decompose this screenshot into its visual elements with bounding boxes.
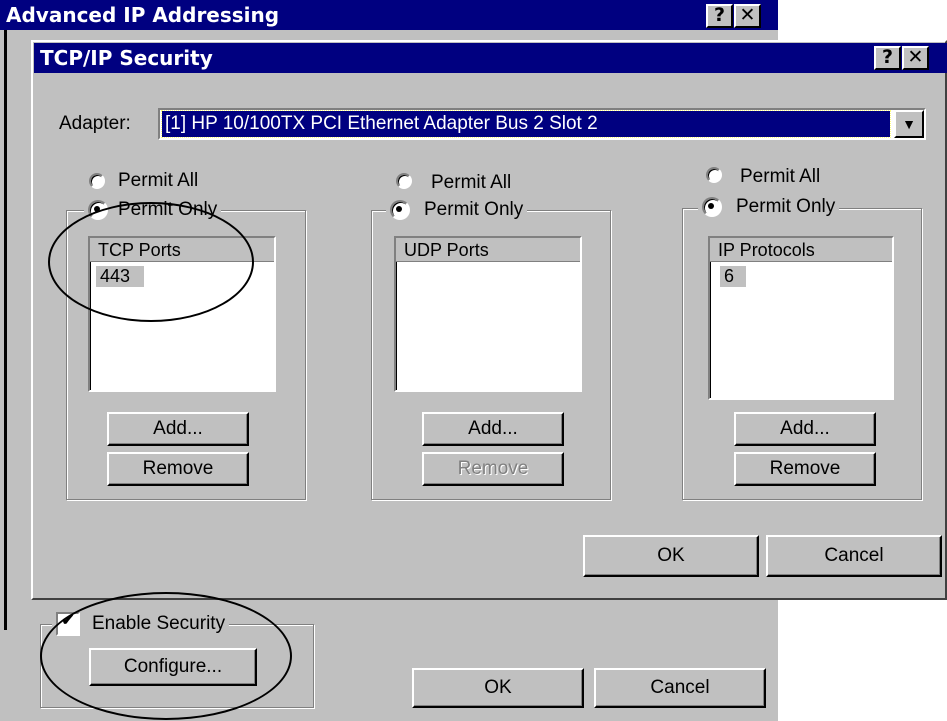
- udp-ports-header: UDP Ports: [396, 238, 580, 262]
- outer-help-button[interactable]: ?: [706, 4, 733, 28]
- udp-remove-label: Remove: [457, 458, 529, 479]
- tcp-remove-button[interactable]: Remove: [107, 452, 249, 486]
- close-icon: ✕: [739, 4, 756, 26]
- ip-protocols-list[interactable]: IP Protocols 6: [708, 236, 894, 400]
- check-icon: ✔: [61, 612, 75, 629]
- tcp-add-button[interactable]: Add...: [107, 412, 249, 446]
- ip-permit-all-label[interactable]: Permit All: [740, 166, 821, 188]
- adapter-selected-value: [1] HP 10/100TX PCI Ethernet Adapter Bus…: [161, 110, 891, 138]
- outer-cancel-label: Cancel: [650, 677, 710, 698]
- enable-security-checkbox[interactable]: ✔: [56, 612, 80, 636]
- enable-security-label: Enable Security: [92, 613, 226, 635]
- udp-permit-all-radio[interactable]: [396, 173, 412, 189]
- configure-button[interactable]: Configure...: [89, 648, 257, 686]
- chevron-down-icon: ▼: [902, 116, 916, 132]
- udp-permit-all-label[interactable]: Permit All: [431, 172, 512, 194]
- udp-add-label: Add...: [468, 418, 518, 439]
- security-title-bar: TCP/IP Security ? ✕: [34, 43, 947, 73]
- ip-add-label: Add...: [780, 418, 830, 439]
- ip-protocols-header: IP Protocols: [710, 238, 892, 262]
- udp-ports-list[interactable]: UDP Ports: [394, 236, 582, 392]
- security-cancel-button[interactable]: Cancel: [766, 535, 942, 577]
- ip-permit-all-radio[interactable]: [706, 167, 722, 183]
- tcp-add-label: Add...: [153, 418, 203, 439]
- outer-title: Advanced IP Addressing: [6, 3, 280, 27]
- security-close-button[interactable]: ✕: [902, 46, 929, 70]
- security-ok-label: OK: [657, 545, 685, 566]
- tcp-remove-label: Remove: [142, 458, 214, 479]
- ip-permit-only-label: Permit Only: [736, 196, 836, 218]
- udp-permit-only-radio[interactable]: [390, 200, 410, 220]
- adapter-label: Adapter:: [59, 113, 131, 135]
- outer-cancel-button[interactable]: Cancel: [594, 668, 766, 708]
- security-title: TCP/IP Security: [40, 46, 213, 70]
- udp-permit-only-legend[interactable]: Permit Only: [386, 198, 528, 222]
- ip-permit-only-radio[interactable]: [702, 197, 722, 217]
- ip-permit-only-legend[interactable]: Permit Only: [698, 195, 840, 219]
- outer-ok-label: OK: [484, 677, 512, 698]
- ip-add-button[interactable]: Add...: [734, 412, 876, 446]
- security-ok-button[interactable]: OK: [583, 535, 759, 577]
- window-edge: [4, 30, 7, 630]
- tcp-permit-all-radio[interactable]: [89, 173, 105, 189]
- tcp-port-item[interactable]: 443: [96, 266, 144, 287]
- close-icon: ✕: [907, 46, 924, 68]
- ip-protocol-item[interactable]: 6: [720, 266, 746, 287]
- tcp-permit-only-radio[interactable]: [88, 200, 108, 220]
- ip-remove-label: Remove: [769, 458, 841, 479]
- adapter-dropdown[interactable]: [1] HP 10/100TX PCI Ethernet Adapter Bus…: [158, 108, 926, 140]
- udp-permit-only-label: Permit Only: [424, 199, 524, 221]
- ip-remove-button[interactable]: Remove: [734, 452, 876, 486]
- udp-remove-button: Remove: [422, 452, 564, 486]
- tcp-ports-list[interactable]: TCP Ports 443: [88, 236, 276, 392]
- outer-close-button[interactable]: ✕: [734, 4, 761, 28]
- tcp-permit-only-legend[interactable]: Permit Only: [84, 198, 222, 222]
- help-icon: ?: [881, 46, 894, 68]
- security-help-button[interactable]: ?: [874, 46, 901, 70]
- outer-ok-button[interactable]: OK: [412, 668, 584, 708]
- adapter-dropdown-button[interactable]: ▼: [894, 110, 924, 138]
- tcp-ports-header: TCP Ports: [90, 238, 274, 262]
- configure-label: Configure...: [123, 656, 223, 677]
- help-icon: ?: [713, 4, 726, 26]
- tcp-permit-all-label[interactable]: Permit All: [118, 170, 199, 192]
- security-cancel-label: Cancel: [824, 545, 884, 566]
- tcp-permit-only-label: Permit Only: [118, 199, 218, 221]
- enable-security-legend[interactable]: ✔ Enable Security: [52, 611, 230, 637]
- outer-title-bar: Advanced IP Addressing ? ✕: [0, 0, 778, 30]
- udp-add-button[interactable]: Add...: [422, 412, 564, 446]
